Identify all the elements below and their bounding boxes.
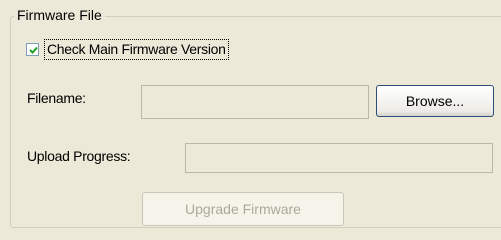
upgrade-firmware-button[interactable]: Upgrade Firmware xyxy=(142,192,344,226)
upload-progress-bar xyxy=(185,143,493,173)
filename-input[interactable] xyxy=(141,85,369,119)
upload-progress-label: Upload Progress: xyxy=(27,148,131,164)
check-main-firmware-row[interactable]: Check Main Firmware Version xyxy=(26,38,229,60)
checkmark-icon xyxy=(29,46,38,54)
filename-label: Filename: xyxy=(27,90,86,106)
check-main-firmware-label[interactable]: Check Main Firmware Version xyxy=(44,38,229,60)
check-main-firmware-checkbox[interactable] xyxy=(26,42,39,56)
groupbox-title: Firmware File xyxy=(14,6,105,24)
browse-button[interactable]: Browse... xyxy=(376,85,494,117)
